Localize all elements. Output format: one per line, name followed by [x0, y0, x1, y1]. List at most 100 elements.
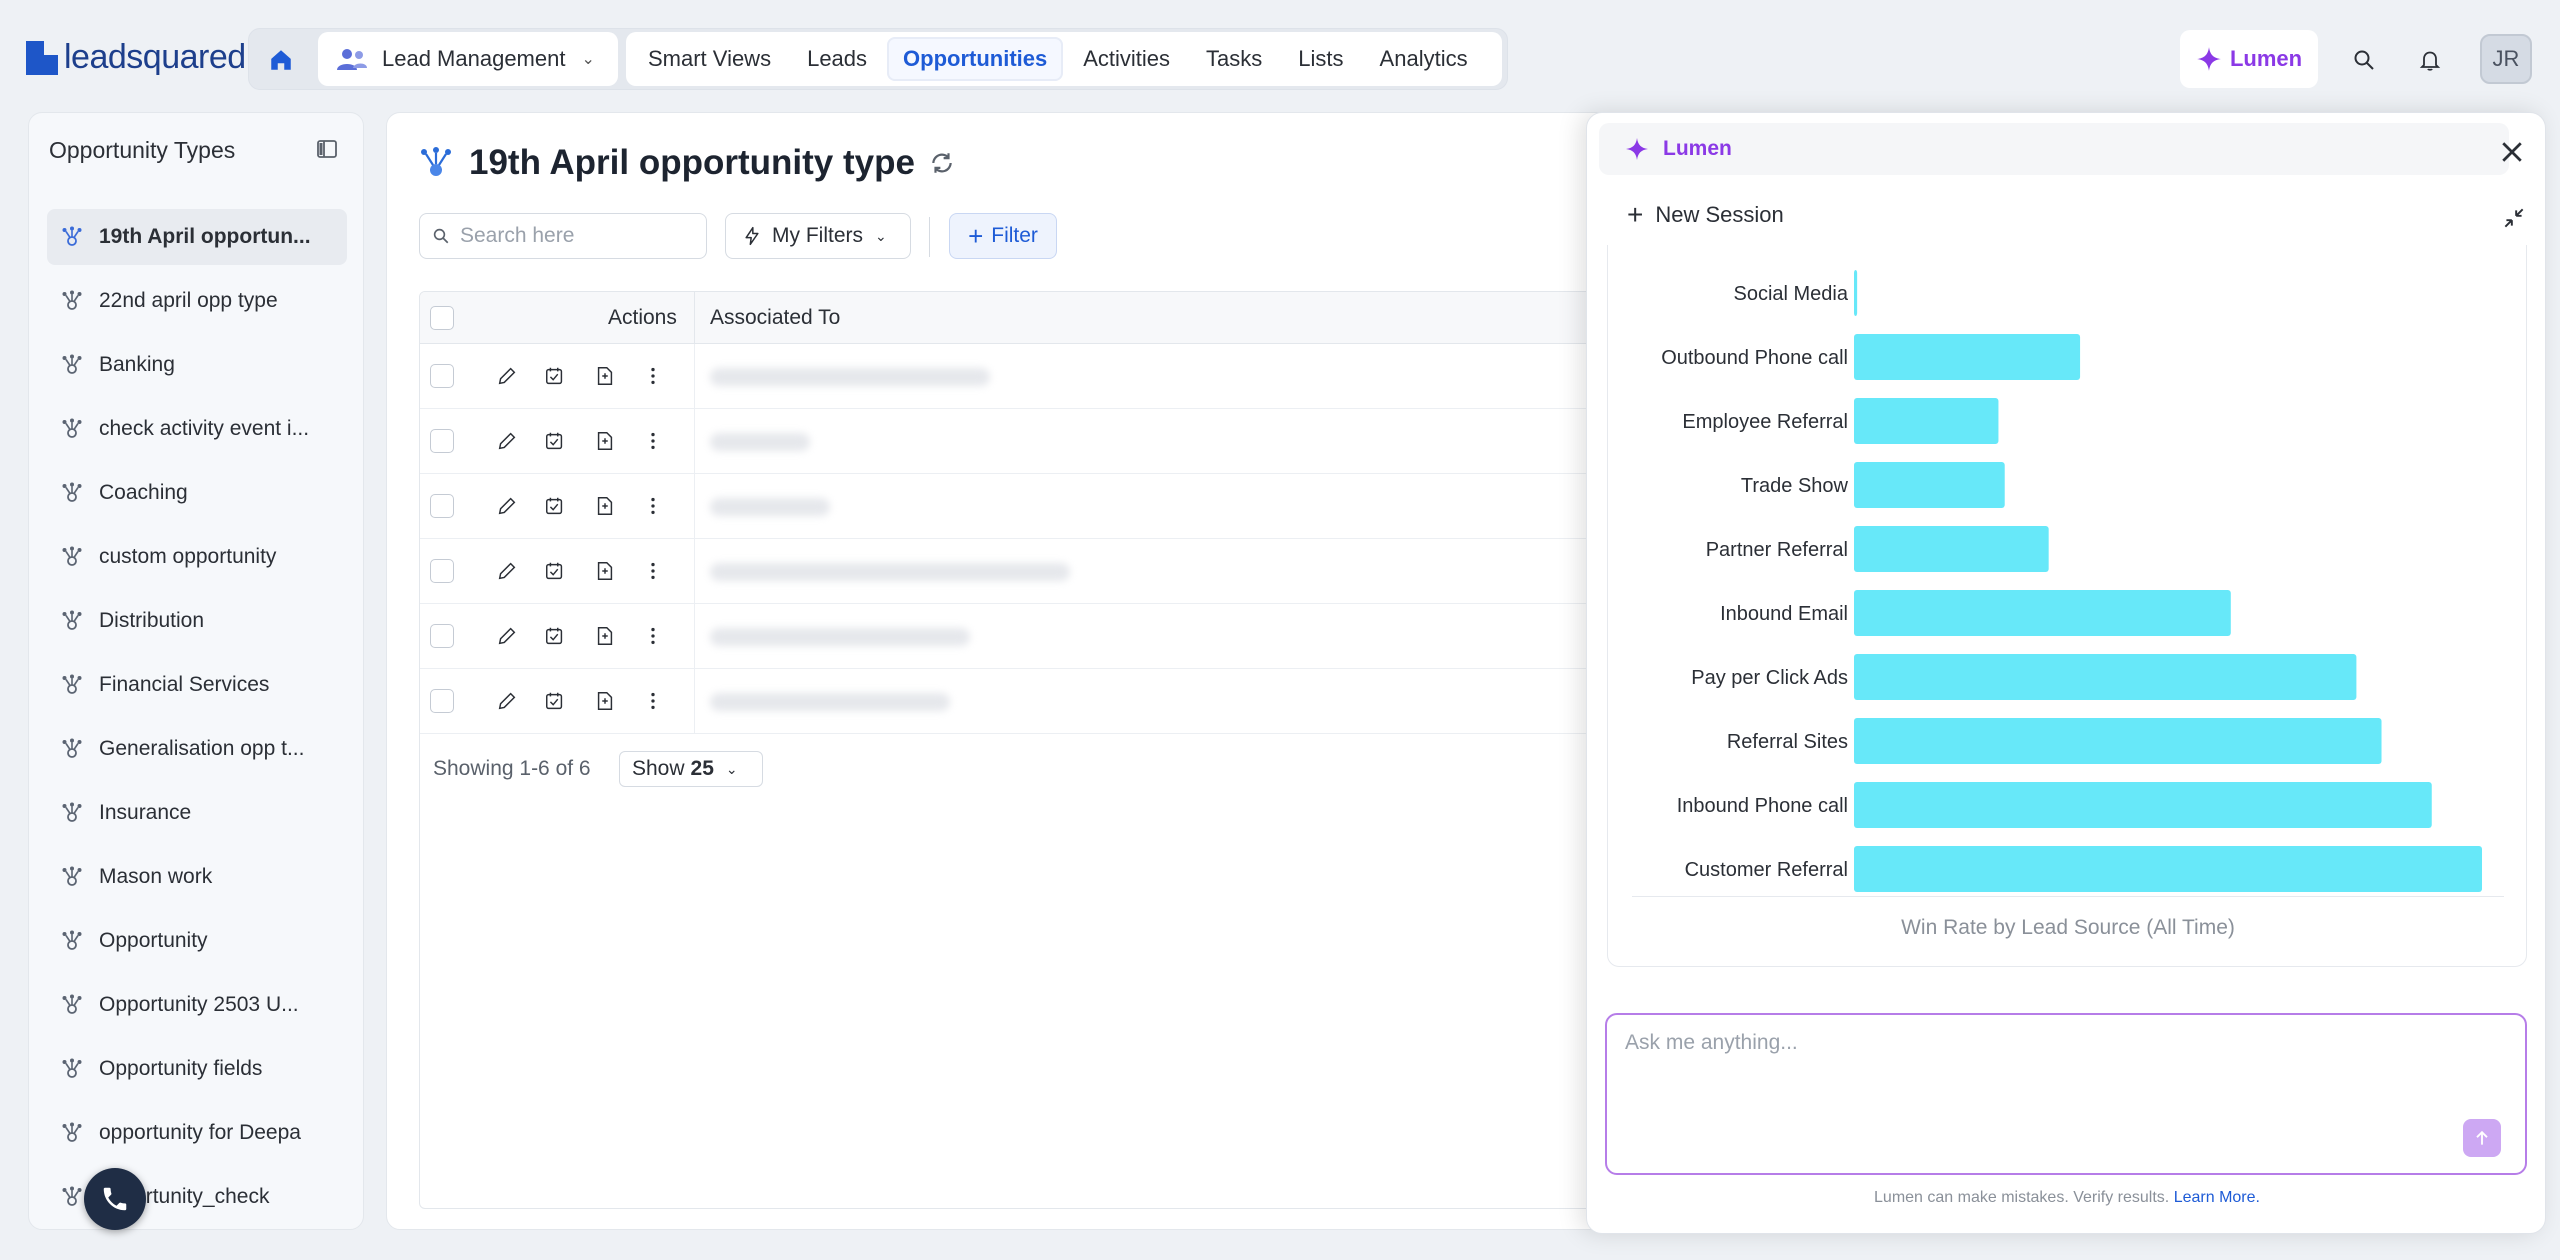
search-icon [433, 228, 449, 244]
add-filter-button[interactable]: + Filter [949, 213, 1057, 259]
tab-smart-views[interactable]: Smart Views [632, 37, 787, 81]
sidebar-item-opportunity-type[interactable]: Banking [47, 337, 347, 393]
row-checkbox[interactable] [430, 624, 454, 648]
page-size-selector[interactable]: Show 25 ⌄ [619, 751, 763, 787]
bar[interactable] [1854, 718, 2382, 764]
edit-icon[interactable] [496, 495, 518, 517]
logo-mark-icon [26, 40, 58, 75]
edit-icon[interactable] [496, 690, 518, 712]
sidebar-item-opportunity-type[interactable]: Mason work [47, 849, 347, 905]
more-options-icon[interactable] [642, 365, 664, 387]
collapse-sidebar-icon[interactable] [315, 137, 339, 161]
lumen-button[interactable]: Lumen [2180, 30, 2318, 88]
sidebar-item-opportunity-type[interactable]: 22nd april opp type [47, 273, 347, 329]
bar[interactable] [1854, 334, 2081, 380]
page-size-value: 25 [690, 757, 714, 780]
sidebar-item-opportunity-type[interactable]: Coaching [47, 465, 347, 521]
row-checkbox[interactable] [430, 429, 454, 453]
search-field[interactable] [419, 213, 707, 259]
row-checkbox[interactable] [430, 364, 454, 388]
minimize-icon[interactable] [2501, 205, 2527, 231]
ask-input[interactable] [1625, 1031, 2485, 1091]
sidebar-item-opportunity-type[interactable]: 19th April opportun... [47, 209, 347, 265]
add-task-icon[interactable] [544, 495, 566, 517]
chat-conversation-area[interactable]: Social Media Outbound Phone call Employee … [1607, 245, 2527, 981]
tab-tasks[interactable]: Tasks [1190, 37, 1278, 81]
add-document-icon[interactable] [594, 625, 616, 647]
bar[interactable] [1854, 270, 1858, 316]
sidebar-item-opportunity-type[interactable]: Generalisation opp t... [47, 721, 347, 777]
sidebar-item-opportunity-type[interactable]: Opportunity 2503 U... [47, 977, 347, 1033]
search-icon [2354, 50, 2374, 70]
bar[interactable] [1854, 654, 2357, 700]
add-document-icon[interactable] [594, 365, 616, 387]
chevron-down-icon: ⌄ [875, 227, 887, 244]
sidebar-item-opportunity-type[interactable]: Financial Services [47, 657, 347, 713]
row-checkbox[interactable] [430, 494, 454, 518]
search-input[interactable] [460, 224, 700, 248]
sidebar-item-opportunity-type[interactable]: Opportunity [47, 913, 347, 969]
search-button[interactable] [2344, 40, 2384, 80]
edit-icon[interactable] [496, 430, 518, 452]
learn-more-link[interactable]: Learn More. [2174, 1189, 2260, 1206]
more-options-icon[interactable] [642, 625, 664, 647]
sidebar-item-opportunity-type[interactable]: Distribution [47, 593, 347, 649]
bar[interactable] [1854, 462, 2005, 508]
column-divider [694, 344, 695, 409]
add-document-icon[interactable] [594, 430, 616, 452]
more-options-icon[interactable] [642, 495, 664, 517]
user-avatar[interactable]: JR [2480, 34, 2532, 84]
leadsquared-logo[interactable]: leadsquared [26, 38, 246, 77]
module-selector[interactable]: Lead Management ⌄ [318, 32, 618, 86]
home-button[interactable] [258, 38, 304, 82]
add-task-icon[interactable] [544, 430, 566, 452]
more-options-icon[interactable] [642, 690, 664, 712]
notifications-button[interactable] [2410, 40, 2450, 80]
close-icon[interactable] [2497, 137, 2527, 167]
bar[interactable] [1854, 782, 2432, 828]
add-task-icon[interactable] [544, 560, 566, 582]
sidebar-item-opportunity-type[interactable]: Opportunity fields [47, 1041, 347, 1097]
opportunity-type-icon [62, 1186, 82, 1206]
add-task-icon[interactable] [544, 625, 566, 647]
sidebar-item-label: Generalisation opp t... [99, 737, 305, 760]
sidebar-item-opportunity-type[interactable]: custom opportunity [47, 529, 347, 585]
sidebar-item-opportunity-type[interactable]: opportunity for Deepa [47, 1105, 347, 1161]
refresh-icon[interactable] [929, 150, 955, 176]
sidebar-item-label: Opportunity 2503 U... [99, 993, 299, 1016]
phone-call-button[interactable] [84, 1168, 146, 1230]
my-filters-dropdown[interactable]: My Filters ⌄ [725, 213, 911, 259]
bar[interactable] [1854, 526, 2049, 572]
add-document-icon[interactable] [594, 495, 616, 517]
edit-icon[interactable] [496, 560, 518, 582]
row-checkbox[interactable] [430, 689, 454, 713]
row-checkbox[interactable] [430, 559, 454, 583]
sidebar-item-opportunity-type[interactable]: check activity event i... [47, 401, 347, 457]
tab-analytics[interactable]: Analytics [1364, 37, 1484, 81]
bar[interactable] [1854, 590, 2231, 636]
more-options-icon[interactable] [642, 430, 664, 452]
opportunity-type-icon [62, 482, 82, 502]
tab-lists[interactable]: Lists [1282, 37, 1359, 81]
add-task-icon[interactable] [544, 690, 566, 712]
edit-icon[interactable] [496, 365, 518, 387]
sidebar-item-opportunity-type[interactable]: Insurance [47, 785, 347, 841]
opportunity-type-icon [62, 418, 82, 438]
bar[interactable] [1854, 846, 2482, 892]
tab-opportunities[interactable]: Opportunities [887, 37, 1064, 81]
add-document-icon[interactable] [594, 560, 616, 582]
send-button[interactable] [2463, 1119, 2501, 1157]
category-label: Trade Show [1741, 475, 1849, 497]
new-session-button[interactable]: + New Session [1627, 201, 1784, 229]
bar[interactable] [1854, 398, 1999, 444]
add-task-icon[interactable] [544, 365, 566, 387]
edit-icon[interactable] [496, 625, 518, 647]
more-options-icon[interactable] [642, 560, 664, 582]
category-label: Pay per Click Ads [1691, 667, 1848, 689]
select-all-checkbox[interactable] [430, 306, 454, 330]
tab-leads[interactable]: Leads [791, 37, 883, 81]
add-document-icon[interactable] [594, 690, 616, 712]
tab-activities[interactable]: Activities [1067, 37, 1186, 81]
column-header-associated-to[interactable]: Associated To [710, 306, 840, 330]
ask-input-box[interactable] [1605, 1013, 2527, 1175]
